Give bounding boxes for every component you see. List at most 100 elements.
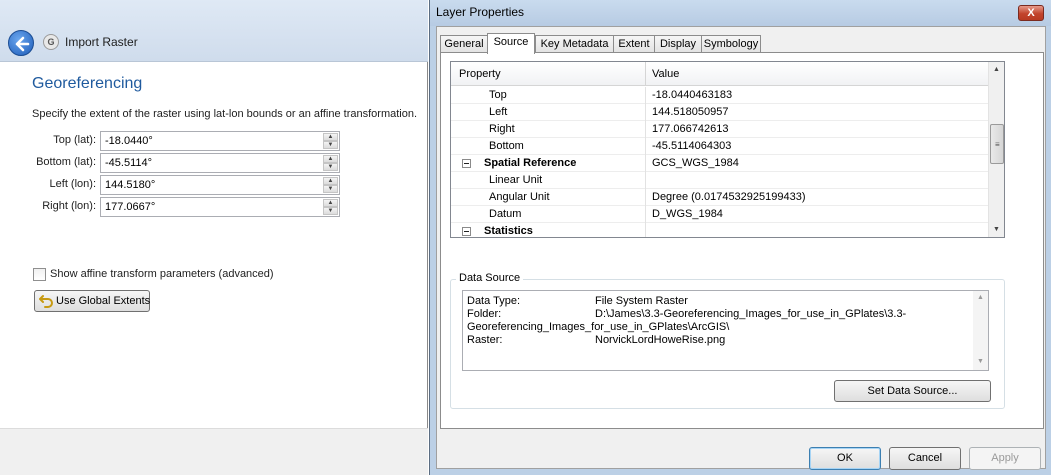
- grid-row-right[interactable]: Right 177.066742613: [451, 121, 988, 138]
- spin-down-icon[interactable]: ▼: [323, 207, 338, 215]
- top-lat-spinbox[interactable]: ▲▼: [100, 131, 340, 151]
- undo-arrow-icon: [39, 295, 53, 308]
- property-name: Bottom: [489, 140, 524, 152]
- data-source-label: Data Source: [456, 272, 524, 284]
- right-lon-spin-buttons[interactable]: ▲ ▼: [323, 199, 338, 215]
- folder-value: D:\James\3.3-Georeferencing_Images_for_u…: [595, 308, 907, 320]
- grip-icon: ≡: [995, 140, 1000, 149]
- tab-key-metadata[interactable]: Key Metadata: [535, 35, 614, 53]
- tab-general[interactable]: General: [440, 35, 488, 53]
- import-raster-wizard: G Import Raster Georeferencing Specify t…: [0, 0, 428, 475]
- top-lat-label: Top (lat):: [53, 134, 96, 146]
- section-description: Specify the extent of the raster using l…: [32, 108, 418, 120]
- wizard-title: Import Raster: [65, 35, 138, 49]
- column-header-value[interactable]: Value: [652, 68, 679, 80]
- scroll-up-icon[interactable]: ▲: [977, 294, 984, 301]
- property-value: 177.066742613: [652, 123, 729, 135]
- bottom-lat-spinbox[interactable]: ▲▼: [100, 153, 340, 173]
- ok-button[interactable]: OK: [809, 447, 881, 470]
- tab-display[interactable]: Display: [654, 35, 702, 53]
- data-type-key: Data Type:: [467, 295, 520, 307]
- grid-row-top[interactable]: Top -18.0440463183: [451, 87, 988, 104]
- back-arrow-icon: [15, 36, 30, 52]
- grid-category-spatial-reference[interactable]: Spatial Reference GCS_WGS_1984: [451, 155, 988, 172]
- folder-value-continued: Georeferencing_Images_for_use_in_GPlates…: [467, 321, 730, 333]
- property-grid: Property Value Top -18.0440463183 Left 1…: [450, 61, 1005, 238]
- folder-key: Folder:: [467, 308, 502, 320]
- cancel-button[interactable]: Cancel: [889, 447, 961, 470]
- data-source-scrollbar[interactable]: ▲ ▼: [973, 291, 988, 370]
- property-value: -45.5114064303: [652, 140, 732, 152]
- gplates-app-icon: G: [43, 34, 59, 50]
- use-global-extents-button[interactable]: Use Global Extents: [34, 290, 150, 312]
- grid-vertical-scrollbar[interactable]: ▲ ≡ ▼: [988, 62, 1004, 237]
- dialog-titlebar[interactable]: Layer Properties X: [430, 0, 1051, 26]
- close-button[interactable]: X: [1018, 5, 1044, 21]
- row-separator: [645, 87, 646, 104]
- section-title: Georeferencing: [32, 75, 143, 92]
- scroll-down-icon[interactable]: ▼: [977, 358, 984, 365]
- spin-up-icon[interactable]: ▲: [323, 155, 338, 163]
- data-source-textbox[interactable]: Data Type: File System Raster Folder: D:…: [462, 290, 989, 371]
- collapse-icon[interactable]: [462, 227, 471, 236]
- right-lon-label: Right (lon):: [42, 200, 96, 212]
- spin-up-icon[interactable]: ▲: [323, 199, 338, 207]
- use-global-extents-label: Use Global Extents: [56, 295, 151, 307]
- row-separator: [645, 155, 646, 172]
- property-name: Right: [489, 123, 515, 135]
- raster-key: Raster:: [467, 334, 503, 346]
- set-data-source-button[interactable]: Set Data Source...: [834, 380, 991, 402]
- left-lon-spin-buttons[interactable]: ▲ ▼: [323, 177, 338, 193]
- grid-row-linear-unit[interactable]: Linear Unit: [451, 172, 988, 189]
- row-separator: [645, 172, 646, 189]
- right-lon-input[interactable]: [101, 198, 323, 216]
- collapse-icon[interactable]: [462, 159, 471, 168]
- scroll-up-icon[interactable]: ▲: [993, 66, 1000, 73]
- tab-extent[interactable]: Extent: [613, 35, 655, 53]
- top-lat-row: Top (lat): ▲▼: [0, 131, 428, 151]
- column-header-property[interactable]: Property: [459, 68, 501, 80]
- spin-down-icon[interactable]: ▼: [323, 185, 338, 193]
- apply-button[interactable]: Apply: [969, 447, 1041, 470]
- dialog-title: Layer Properties: [436, 5, 525, 19]
- data-type-value: File System Raster: [595, 295, 688, 307]
- top-lat-spin-buttons[interactable]: ▲ ▼: [323, 133, 338, 149]
- grid-category-statistics[interactable]: Statistics: [451, 223, 988, 237]
- top-lat-input[interactable]: [101, 132, 323, 150]
- layer-properties-dialog: Layer Properties X General Source Key Me…: [429, 0, 1051, 475]
- spin-up-icon[interactable]: ▲: [323, 177, 338, 185]
- property-value: 144.518050957: [652, 106, 729, 118]
- grid-row-datum[interactable]: Datum D_WGS_1984: [451, 206, 988, 223]
- grid-row-bottom[interactable]: Bottom -45.5114064303: [451, 138, 988, 155]
- right-lon-row: Right (lon): ▲▼: [0, 197, 428, 217]
- advanced-checkbox-label[interactable]: Show affine transform parameters (advanc…: [50, 268, 274, 280]
- property-value: GCS_WGS_1984: [652, 157, 739, 169]
- left-lon-label: Left (lon):: [49, 178, 96, 190]
- left-lon-spinbox[interactable]: ▲▼: [100, 175, 340, 195]
- property-name: Datum: [489, 208, 522, 220]
- tab-source[interactable]: Source: [487, 33, 535, 54]
- grid-row-angular-unit[interactable]: Angular Unit Degree (0.0174532925199433): [451, 189, 988, 206]
- scroll-down-icon[interactable]: ▼: [993, 226, 1000, 233]
- tab-symbology[interactable]: Symbology: [701, 35, 761, 53]
- property-name: Left: [489, 106, 508, 118]
- category-name: Spatial Reference: [484, 157, 577, 169]
- bottom-lat-spin-buttons[interactable]: ▲ ▼: [323, 155, 338, 171]
- spin-down-icon[interactable]: ▼: [323, 141, 338, 149]
- spin-down-icon[interactable]: ▼: [323, 163, 338, 171]
- column-separator[interactable]: [645, 62, 646, 86]
- back-button[interactable]: [8, 30, 34, 56]
- scroll-thumb[interactable]: ≡: [990, 124, 1004, 164]
- left-lon-input[interactable]: [101, 176, 323, 194]
- property-value: Degree (0.0174532925199433): [652, 191, 806, 203]
- row-separator: [645, 121, 646, 138]
- advanced-checkbox[interactable]: [33, 268, 46, 281]
- right-lon-spinbox[interactable]: ▲▼: [100, 197, 340, 217]
- property-value: -18.0440463183: [652, 89, 733, 101]
- bottom-lat-input[interactable]: [101, 154, 323, 172]
- spin-up-icon[interactable]: ▲: [323, 133, 338, 141]
- bottom-lat-row: Bottom (lat): ▲▼: [0, 153, 428, 173]
- row-separator: [645, 189, 646, 206]
- row-separator: [645, 138, 646, 155]
- grid-row-left[interactable]: Left 144.518050957: [451, 104, 988, 121]
